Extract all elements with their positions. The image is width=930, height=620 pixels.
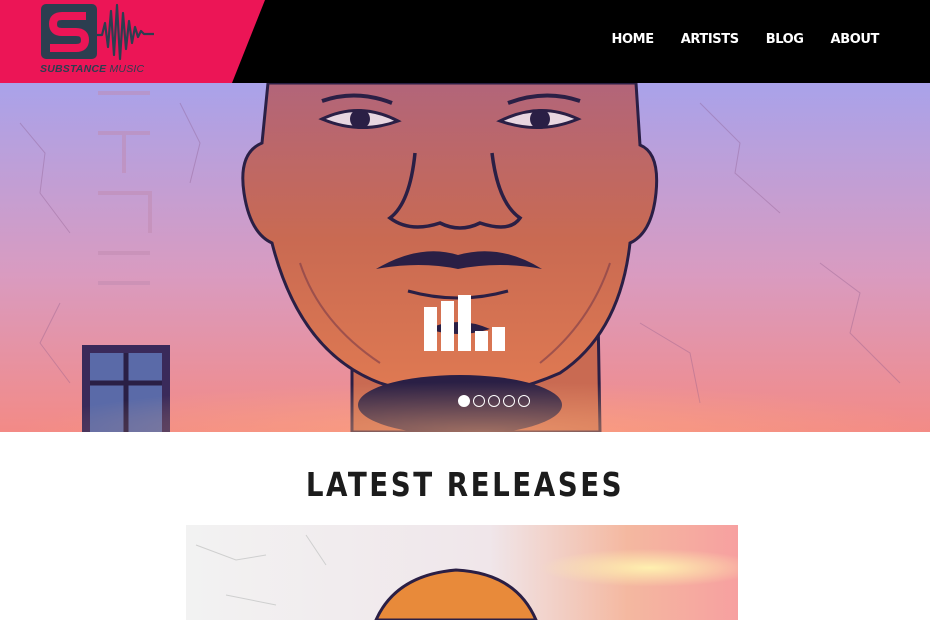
slider-dot-4[interactable] [503, 395, 515, 407]
slider-dot-5[interactable] [518, 395, 530, 407]
brand-name-light: MUSIC [109, 63, 145, 75]
brand-name-bold: SUBSTANCE [40, 63, 107, 75]
slider-dot-2[interactable] [473, 395, 485, 407]
slider-dot-1[interactable] [458, 395, 470, 407]
waveform-icon [96, 3, 154, 61]
s-badge-icon [41, 4, 97, 59]
main-nav: HOME ARTISTS BLOG ABOUT [612, 30, 880, 50]
hero-artwork [0, 83, 930, 432]
release-cover-artwork [186, 525, 738, 620]
logo-link[interactable]: SUBSTANCE MUSIC [40, 3, 160, 77]
nav-about[interactable]: ABOUT [831, 30, 880, 50]
hero-slider[interactable] [0, 83, 930, 432]
slider-pagination [458, 395, 530, 407]
equalizer-bars-icon [424, 295, 508, 351]
release-card[interactable] [186, 525, 738, 620]
brand-name: SUBSTANCE MUSIC [40, 63, 144, 75]
site-header: SUBSTANCE MUSIC HOME ARTISTS BLOG ABOUT [0, 0, 930, 83]
section-title: LATEST RELEASES [305, 465, 625, 504]
slider-dot-3[interactable] [488, 395, 500, 407]
nav-blog[interactable]: BLOG [766, 30, 804, 50]
nav-home[interactable]: HOME [612, 30, 655, 50]
nav-artists[interactable]: ARTISTS [681, 30, 739, 50]
